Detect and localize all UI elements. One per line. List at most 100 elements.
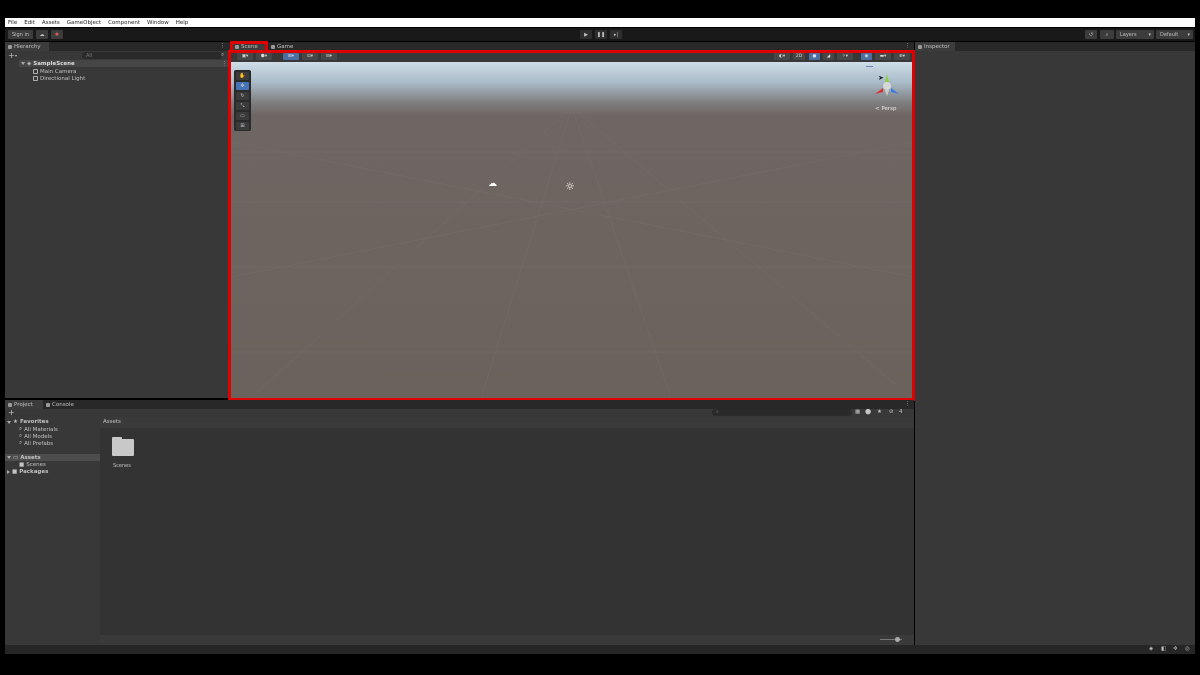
folder-label: Scenes: [113, 463, 131, 469]
packages-row[interactable]: ■ Packages: [7, 469, 48, 475]
hidden-packages-icon[interactable]: ⊘: [889, 409, 894, 415]
favorite-star-icon[interactable]: ★: [877, 409, 882, 415]
breadcrumb-bar: Assets: [100, 417, 914, 428]
add-asset-icon[interactable]: +: [8, 408, 15, 417]
collab-icon[interactable]: ✱: [51, 30, 63, 39]
unity-scene-icon: ◈: [27, 60, 32, 67]
search-filter-icon[interactable]: ⌕: [221, 52, 224, 59]
expand-arrow-icon[interactable]: [21, 62, 25, 65]
expand-arrow-icon[interactable]: [7, 456, 11, 459]
search-icon[interactable]: ⌕: [1100, 30, 1114, 39]
favorites-item-models[interactable]: ⌕ All Models: [19, 433, 52, 440]
hidden-packages-count: 4: [899, 409, 903, 415]
folder-tab-shape: [112, 437, 122, 441]
item-label: Main Camera: [40, 68, 77, 75]
tab-inspector-label: Inspector: [924, 43, 950, 50]
gameobject-icon: [33, 69, 38, 74]
tab-game-label: Game: [277, 43, 294, 50]
cloud-icon[interactable]: ☁: [36, 30, 48, 39]
info-icon: [918, 44, 922, 49]
item-label: All Models: [24, 433, 53, 440]
search-by-label-icon[interactable]: ⬤: [865, 409, 871, 415]
layout-dropdown[interactable]: Default ▾: [1156, 30, 1193, 39]
menu-window[interactable]: Window: [147, 20, 169, 26]
scene-row[interactable]: ◈ SampleScene ⋮: [19, 60, 229, 67]
breadcrumb[interactable]: Assets: [103, 419, 121, 425]
chevron-down-icon: ▾: [1148, 31, 1151, 38]
folder-open-icon: ▭: [13, 454, 19, 461]
folder-item-scenes[interactable]: Scenes: [110, 437, 134, 477]
panel-menu-icon[interactable]: ⋮: [905, 43, 911, 49]
tab-console-label: Console: [52, 401, 74, 408]
layers-label: Layers: [1120, 31, 1137, 38]
assets-tree-row[interactable]: ▭ Assets: [5, 454, 100, 461]
folder-icon: ■: [12, 469, 18, 475]
menu-help[interactable]: Help: [176, 20, 189, 26]
search-icon: ⌕: [19, 440, 23, 446]
search-icon: ⌕: [19, 433, 23, 439]
cache-icon[interactable]: ◧: [1161, 646, 1166, 652]
search-by-type-icon[interactable]: ▦: [855, 409, 860, 415]
menu-file[interactable]: File: [8, 20, 17, 26]
inspector-panel: Inspector: [915, 42, 1195, 645]
menu-edit[interactable]: Edit: [24, 20, 35, 26]
search-icon: ⌕: [19, 426, 23, 432]
add-icon[interactable]: +: [8, 51, 15, 60]
folder-icon: [8, 402, 12, 407]
hierarchy-item-main-camera[interactable]: Main Camera: [33, 68, 76, 75]
main-toolbar: Sign in ☁ ✱ ▶ ❚❚ ▸| ↺ ⌕ Layers ▾ Default…: [5, 28, 1195, 41]
layout-label: Default: [1160, 31, 1179, 38]
scene-menu-icon[interactable]: ⋮: [222, 60, 228, 67]
list-icon: [8, 44, 12, 49]
favorites-row[interactable]: ★ Favorites: [7, 419, 49, 425]
project-tabbar: Project Console ⋮: [5, 400, 914, 409]
debug-icon[interactable]: ✲: [1173, 646, 1178, 652]
hierarchy-item-directional-light[interactable]: Directional Light: [33, 75, 85, 82]
folder-icon: [112, 439, 134, 456]
hierarchy-tabbar: Hierarchy ⋮: [5, 42, 229, 51]
panel-menu-icon[interactable]: ⋮: [905, 401, 911, 407]
tree-item-scenes[interactable]: ■ Scenes: [19, 462, 46, 468]
scene-view-highlight: [228, 50, 915, 401]
expand-arrow-icon[interactable]: [7, 420, 11, 424]
search-placeholder: All: [86, 52, 93, 59]
menu-gameobject[interactable]: GameObject: [67, 20, 101, 26]
item-label: Scenes: [26, 462, 46, 468]
hierarchy-search-input[interactable]: All: [82, 52, 222, 59]
menu-bar: File Edit Assets GameObject Component Wi…: [5, 18, 1195, 27]
chevron-down-icon: ▾: [1187, 31, 1190, 38]
sign-in-button[interactable]: Sign in: [8, 30, 33, 39]
project-folder-tree: ★ Favorites ⌕ All Materials ⌕ All Models…: [5, 417, 100, 645]
favorites-item-materials[interactable]: ⌕ All Materials: [19, 426, 58, 433]
slider-handle[interactable]: [895, 637, 900, 642]
history-icon[interactable]: ↺: [1085, 30, 1097, 39]
tab-console[interactable]: Console: [43, 400, 83, 409]
item-label: All Prefabs: [24, 440, 54, 447]
tab-project-label: Project: [14, 401, 33, 408]
play-button[interactable]: ▶: [580, 30, 592, 39]
project-content: Assets Scenes: [100, 417, 914, 645]
item-label: Directional Light: [40, 75, 86, 82]
menu-component[interactable]: Component: [108, 20, 140, 26]
gamepad-icon: [271, 44, 275, 49]
tab-hierarchy[interactable]: Hierarchy: [5, 42, 49, 51]
layers-dropdown[interactable]: Layers ▾: [1116, 30, 1154, 39]
packages-label: Packages: [19, 469, 49, 475]
tab-inspector[interactable]: Inspector: [915, 42, 955, 51]
menu-assets[interactable]: Assets: [42, 20, 60, 26]
favorites-label: Favorites: [19, 419, 49, 425]
step-button[interactable]: ▸|: [610, 30, 622, 39]
progress-icon[interactable]: ◎: [1185, 646, 1190, 652]
project-search-input[interactable]: ⌕: [712, 409, 852, 416]
tab-hierarchy-label: Hierarchy: [14, 43, 41, 50]
network-icon[interactable]: ◈: [1149, 646, 1153, 652]
pause-button[interactable]: ❚❚: [595, 30, 607, 39]
project-footer: [100, 635, 914, 645]
status-bar: ◈ ◧ ✲ ◎: [5, 645, 1195, 654]
favorites-item-prefabs[interactable]: ⌕ All Prefabs: [19, 440, 53, 447]
collapse-arrow-icon[interactable]: [7, 470, 10, 474]
console-icon: [46, 402, 50, 407]
gameobject-icon: [33, 76, 38, 81]
chevron-down-icon[interactable]: ▾: [15, 53, 17, 58]
panel-menu-icon[interactable]: ⋮: [220, 43, 226, 49]
